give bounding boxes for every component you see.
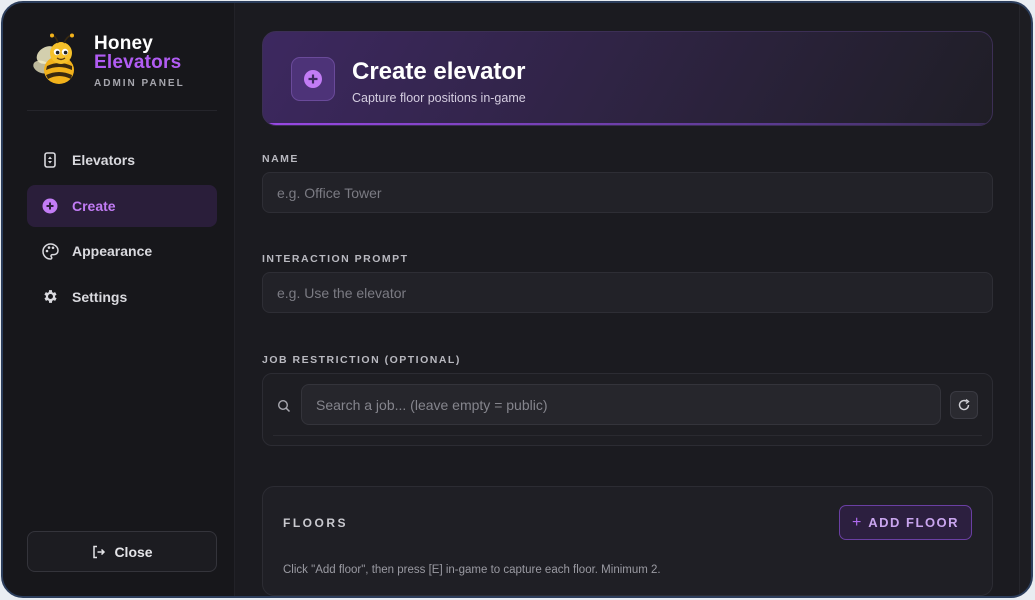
plus-circle-icon	[41, 197, 59, 215]
job-restriction-label: JOB RESTRICTION (OPTIONAL)	[262, 354, 461, 366]
page-title: Create elevator	[352, 58, 526, 85]
close-label: Close	[114, 543, 153, 560]
sidebar-item-elevators[interactable]: Elevators	[27, 139, 217, 181]
close-button[interactable]: Close	[27, 531, 217, 572]
sidebar-item-label: Elevators	[72, 152, 136, 168]
add-floor-label: ADD FLOOR	[868, 515, 960, 530]
search-icon	[277, 399, 291, 413]
plus-icon: +	[851, 513, 862, 531]
sidebar: Honey Elevators ADMIN PANEL Elevators Cr…	[3, 3, 235, 596]
interaction-prompt-label: INTERACTION PROMPT	[262, 253, 409, 265]
sidebar-item-create[interactable]: Create	[27, 184, 217, 227]
brand-subtitle: ADMIN PANEL	[94, 78, 185, 89]
palette-icon	[41, 242, 59, 260]
sidebar-nav: Elevators Create Appearance Settings	[27, 139, 217, 321]
floors-panel: FLOORS + ADD FLOOR Click "Add floor", th…	[262, 486, 993, 596]
brand: Honey Elevators ADMIN PANEL	[27, 27, 217, 111]
floors-hint: Click "Add floor", then press [E] in-gam…	[283, 564, 661, 576]
divider	[273, 435, 982, 436]
plus-circle-icon	[291, 57, 335, 101]
sidebar-item-label: Appearance	[72, 243, 153, 259]
brand-title-line2: Elevators	[94, 52, 182, 73]
interaction-prompt-input[interactable]	[262, 272, 993, 313]
job-search-input[interactable]	[301, 384, 941, 425]
scrollbar[interactable]	[1019, 3, 1031, 596]
gear-icon	[41, 288, 59, 306]
name-input[interactable]	[262, 172, 993, 213]
elevator-icon	[41, 151, 59, 169]
page-subtitle: Capture floor positions in-game	[352, 91, 526, 105]
name-label: NAME	[262, 153, 299, 165]
main-content: Create elevator Capture floor positions …	[235, 3, 1031, 596]
admin-window: Honey Elevators ADMIN PANEL Elevators Cr…	[1, 1, 1033, 598]
job-restriction-box	[262, 373, 993, 446]
sidebar-item-label: Create	[72, 197, 116, 214]
logout-icon	[91, 544, 107, 560]
bee-icon	[33, 33, 74, 84]
sidebar-item-label: Settings	[72, 288, 128, 305]
brand-title-line1: Honey	[94, 33, 154, 54]
floors-title: FLOORS	[283, 516, 348, 530]
refresh-button[interactable]	[950, 391, 978, 419]
add-floor-button[interactable]: + ADD FLOOR	[839, 505, 972, 540]
sidebar-item-settings[interactable]: Settings	[27, 276, 217, 318]
sidebar-item-appearance[interactable]: Appearance	[27, 230, 217, 272]
page-header: Create elevator Capture floor positions …	[262, 31, 993, 126]
refresh-icon	[958, 398, 970, 411]
